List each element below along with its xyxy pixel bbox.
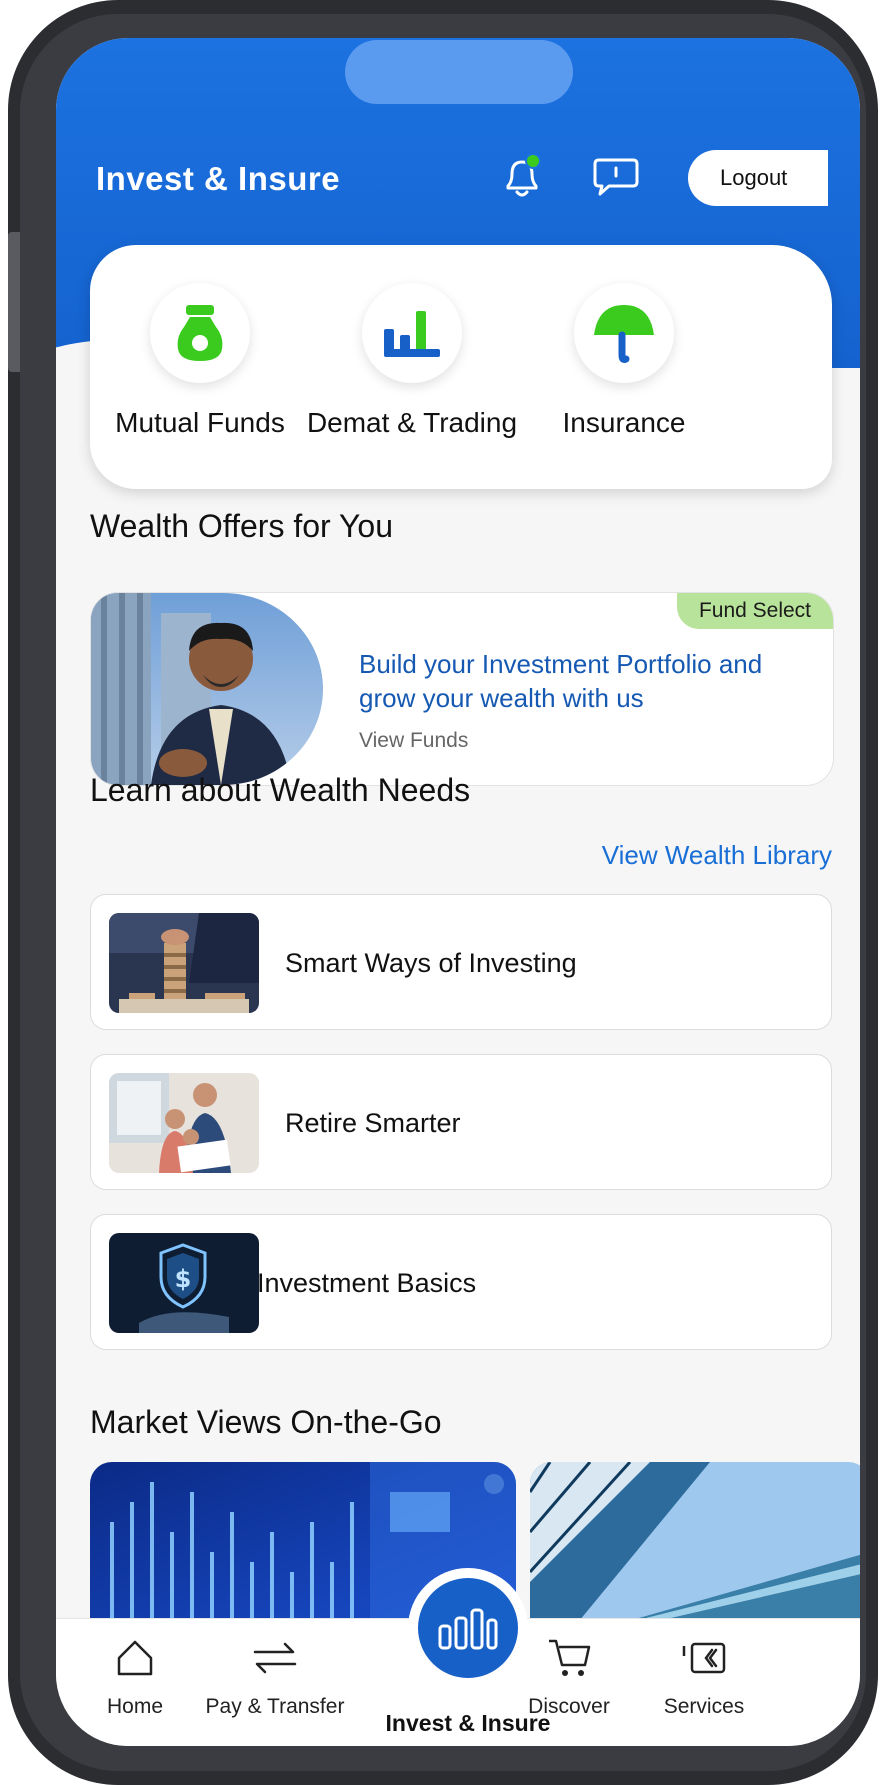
nav-label-active: Invest & Insure [385, 1710, 551, 1736]
nav-label: Pay & Transfer [205, 1695, 345, 1718]
section-title-offers: Wealth Offers for You [90, 508, 393, 544]
services-icon [634, 1633, 774, 1683]
transfer-icon [200, 1633, 350, 1683]
nav-services[interactable]: Services [634, 1633, 774, 1719]
invest-icon [438, 1608, 498, 1650]
thumbnail-family [109, 1073, 259, 1173]
offer-headline: Build your Investment Portfolio and grow… [359, 649, 763, 713]
logout-button[interactable]: Logout [688, 150, 828, 206]
app-screen: Invest & Insure Logout Mutual Funds Dema… [56, 38, 860, 1746]
bar-chart-icon [362, 283, 462, 383]
nav-label: Services [663, 1695, 745, 1718]
learn-item-label: Smart Ways of Investing [285, 947, 577, 978]
quick-link-mutual-funds[interactable]: Mutual Funds [80, 283, 320, 439]
notification-bell-icon[interactable] [500, 153, 544, 200]
learn-item-label: Investment Basics [257, 1267, 477, 1298]
chat-icon[interactable] [591, 154, 641, 200]
market-card-building[interactable] [530, 1462, 860, 1632]
view-wealth-library-link[interactable]: View Wealth Library [602, 840, 832, 871]
nav-label: Home [106, 1695, 164, 1718]
offer-badge: Fund Select [677, 593, 833, 629]
nav-invest-insure-button[interactable] [418, 1578, 518, 1678]
offer-photo-businessman [91, 593, 323, 785]
learn-item-label: Retire Smarter [285, 1107, 461, 1138]
thumbnail-shield-dollar: $ [109, 1233, 259, 1333]
quick-link-label: Demat & Trading [306, 407, 518, 438]
money-bag-icon [150, 283, 250, 383]
phone-side-button [8, 232, 20, 372]
quick-link-label: Insurance [562, 407, 686, 438]
quick-link-demat-trading[interactable]: Demat & Trading [292, 283, 532, 439]
learn-item-smart-investing[interactable]: Smart Ways of Investing [90, 894, 832, 1030]
phone-frame: Invest & Insure Logout Mutual Funds Dema… [8, 0, 878, 1785]
view-funds-link[interactable]: View Funds [359, 729, 468, 753]
svg-text:$: $ [175, 1265, 192, 1293]
section-title-learn: Learn about Wealth Needs [90, 772, 471, 808]
quick-link-insurance[interactable]: Insurance [504, 283, 744, 439]
quick-links-card: Mutual Funds Demat & Trading Insurance [90, 245, 832, 489]
quick-link-label: Mutual Funds [115, 407, 285, 438]
section-title-market: Market Views On-the-Go [90, 1404, 442, 1440]
learn-item-investment-basics[interactable]: $ Investment Basics [90, 1214, 832, 1350]
umbrella-icon [574, 283, 674, 383]
page-title: Invest & Insure [96, 160, 341, 197]
learn-item-retire-smarter[interactable]: Retire Smarter [90, 1054, 832, 1190]
offer-card[interactable]: Fund Select Build your Investment Portfo… [90, 592, 834, 786]
dynamic-island [345, 40, 573, 104]
nav-pay-transfer[interactable]: Pay & Transfer [200, 1633, 350, 1719]
nav-home[interactable]: Home [70, 1633, 200, 1719]
home-icon [70, 1633, 200, 1683]
thumbnail-jenga [109, 913, 259, 1013]
